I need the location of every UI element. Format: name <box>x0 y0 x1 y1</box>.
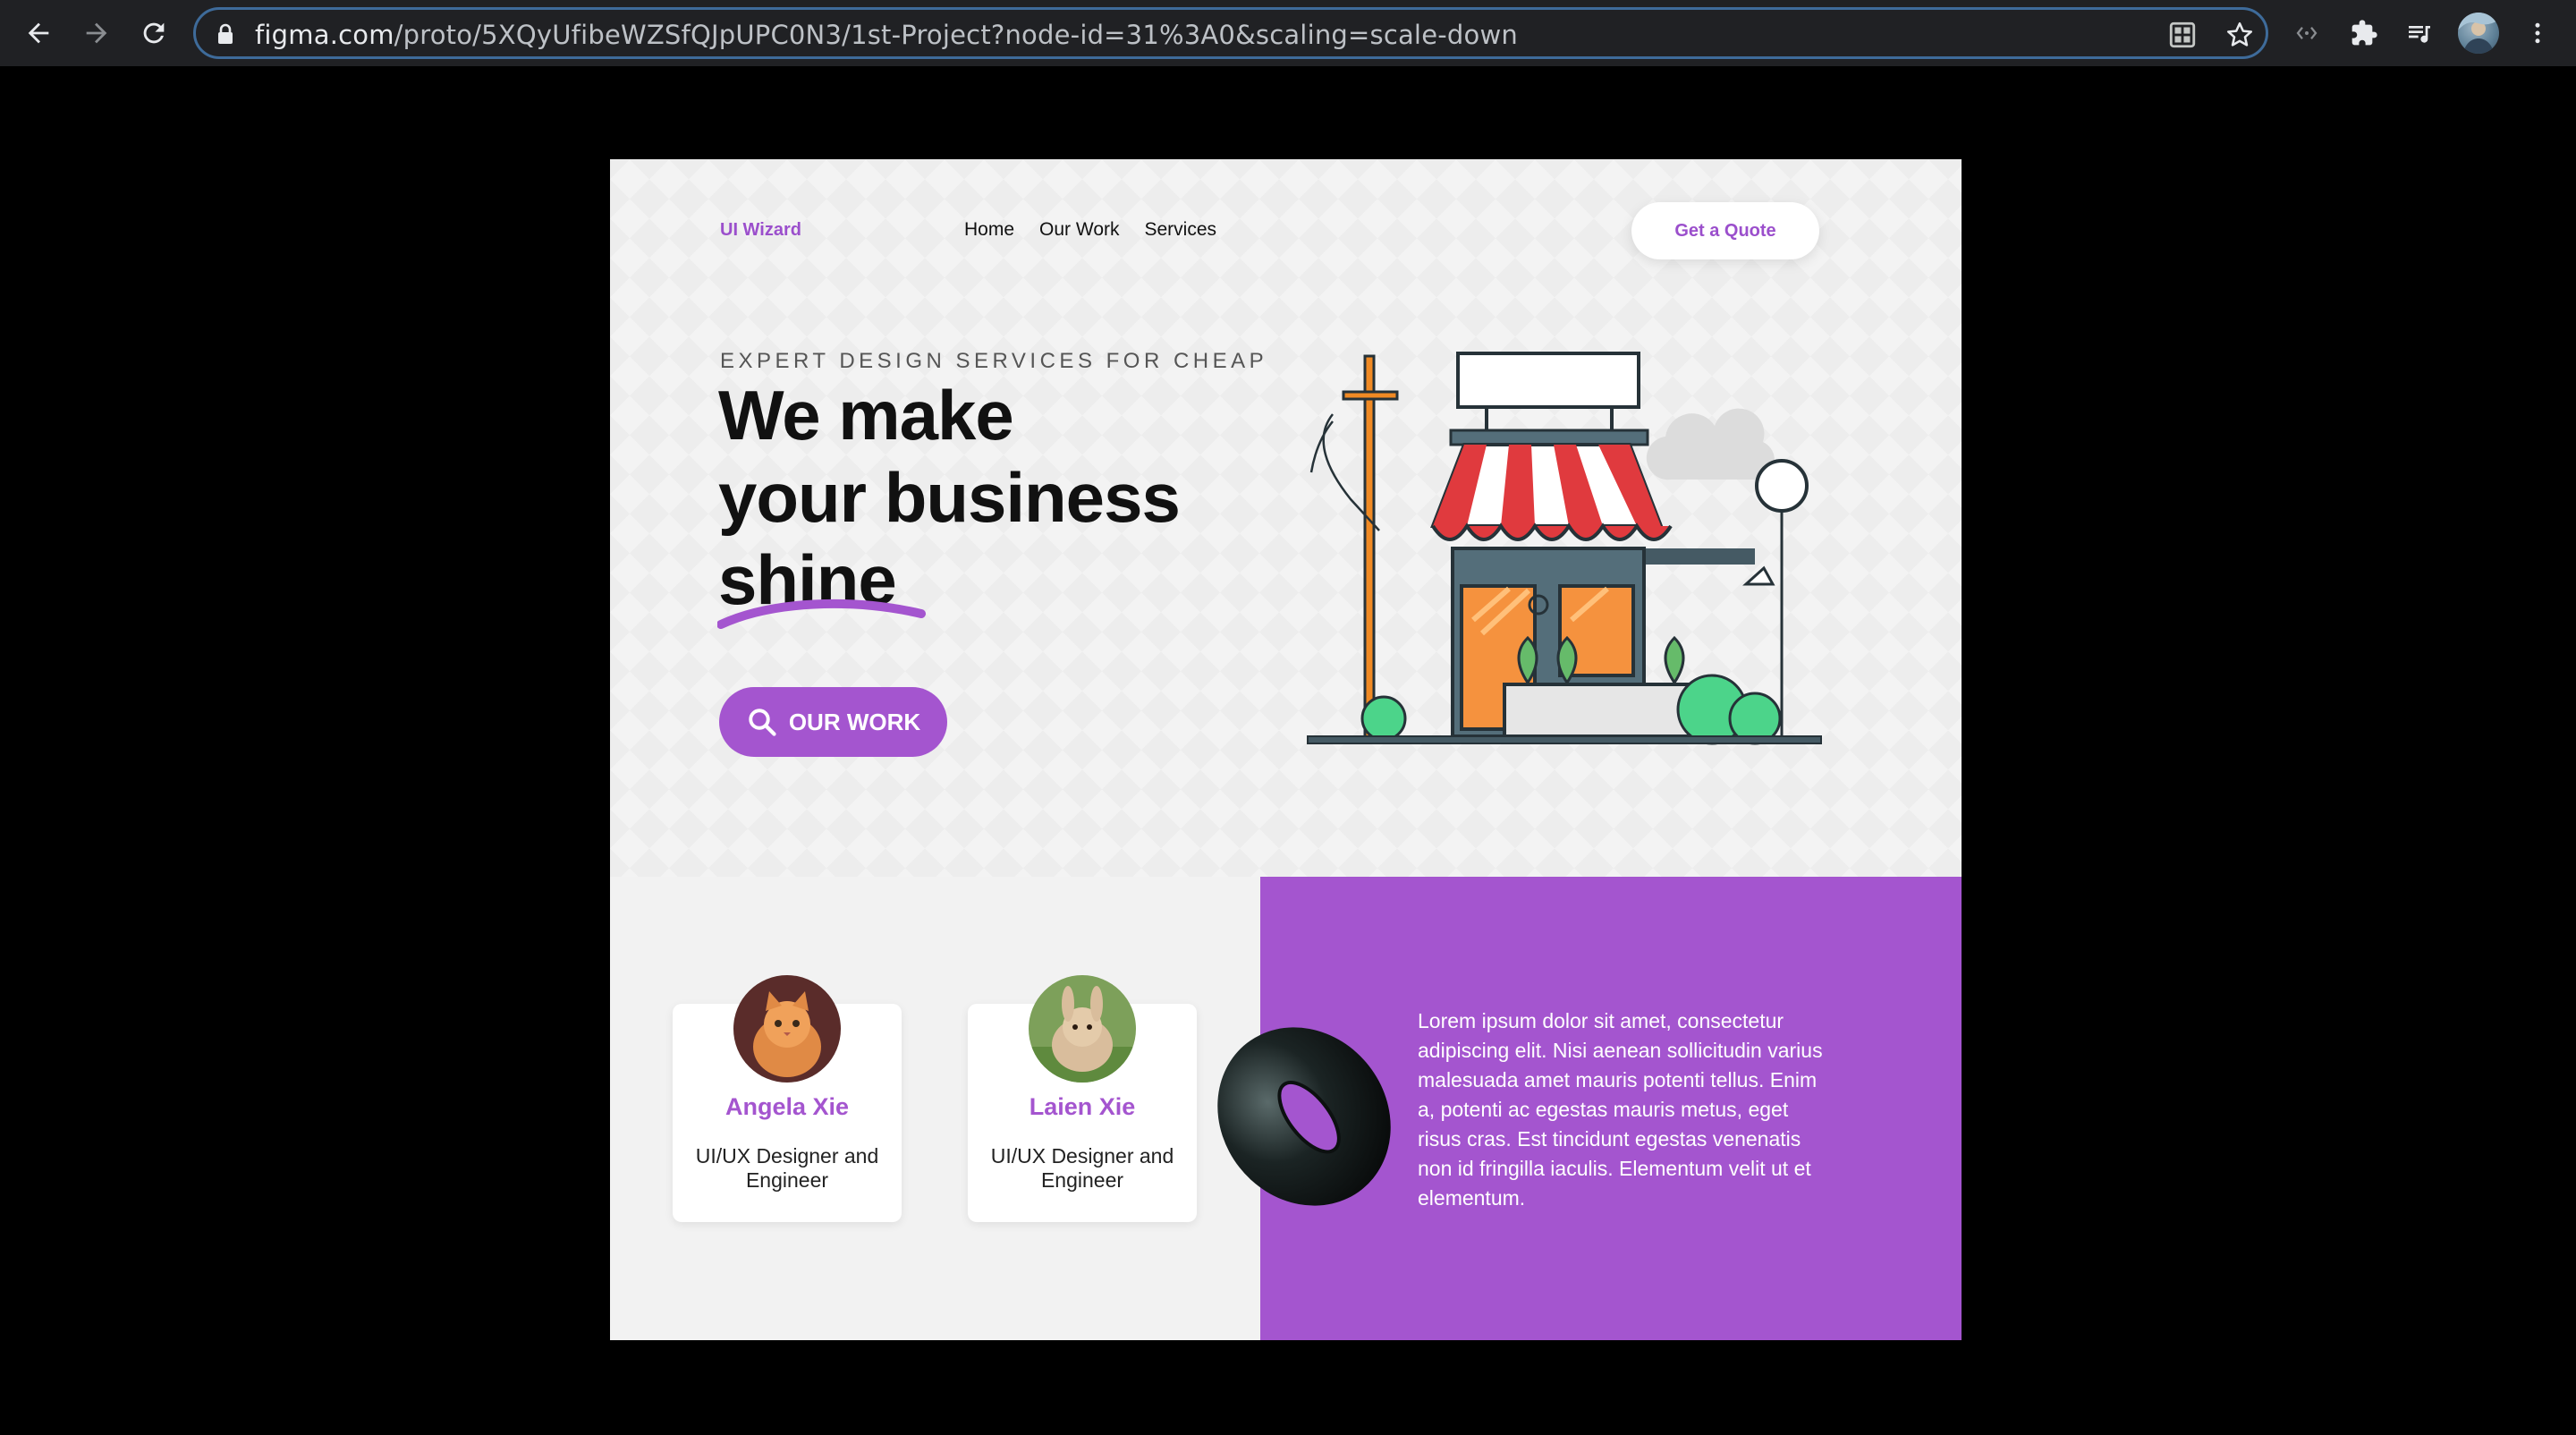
back-arrow-icon[interactable] <box>17 12 60 55</box>
qr-code-icon[interactable] <box>2167 20 2198 50</box>
star-icon[interactable] <box>2224 20 2255 50</box>
team-role: UI/UX Designer and Engineer <box>990 1144 1174 1192</box>
puzzle-icon[interactable] <box>2347 16 2381 50</box>
url-text[interactable]: figma.com/proto/5XQyUfibeWZSfQJpUPC0N3/1… <box>255 20 1518 50</box>
hero-headline: We make your business shine <box>718 374 1181 621</box>
media-queue-icon[interactable] <box>2402 16 2436 50</box>
headline-line-2: your business <box>718 458 1181 537</box>
underline-swoosh <box>717 599 926 629</box>
lock-icon <box>218 23 233 44</box>
headline-line-1: We make <box>718 376 1014 454</box>
team-name: Angela Xie <box>724 1093 850 1120</box>
hero-eyebrow: EXPERT DESIGN SERVICES FOR CHEAP <box>720 349 1268 373</box>
browser-toolbar: figma.com/proto/5XQyUfibeWZSfQJpUPC0N3/1… <box>0 0 2576 66</box>
search-icon <box>749 709 776 736</box>
about-text: Lorem ipsum dolor sit amet, consectetur … <box>1418 1009 1823 1210</box>
avatar <box>733 975 841 1083</box>
profile-avatar[interactable] <box>2458 13 2499 54</box>
nav-our-work[interactable]: Our Work <box>1039 219 1119 241</box>
team-name: Laien Xie <box>1029 1093 1136 1120</box>
forward-arrow-icon[interactable] <box>75 12 118 55</box>
get-quote-button[interactable]: Get a Quote <box>1631 202 1819 259</box>
team-role: UI/UX Designer and Engineer <box>695 1144 879 1192</box>
team-card[interactable]: Angela Xie UI/UX Designer and Engineer <box>673 975 902 1222</box>
nav-home[interactable]: Home <box>964 219 1014 241</box>
our-work-button[interactable]: OUR WORK <box>719 687 947 757</box>
team-section: Angela Xie UI/UX Designer and Engineer L… <box>610 877 1260 1340</box>
team-card[interactable]: Laien Xie UI/UX Designer and Engineer <box>968 975 1197 1222</box>
extension-icon[interactable] <box>2290 16 2324 50</box>
our-work-label: OUR WORK <box>788 708 921 735</box>
kebab-menu-icon[interactable] <box>2521 16 2555 50</box>
storefront-illustration <box>1307 352 1822 745</box>
reload-icon[interactable] <box>132 12 175 55</box>
site-nav: Home Our Work Services <box>964 219 1216 241</box>
address-bar[interactable]: figma.com/proto/5XQyUfibeWZSfQJpUPC0N3/1… <box>193 7 2268 59</box>
torus-decoration <box>1217 1027 1391 1206</box>
hero-section: UI Wizard Home Our Work Services Get a Q… <box>610 159 1962 877</box>
site-logo[interactable]: UI Wizard <box>720 220 801 241</box>
avatar <box>1029 975 1136 1083</box>
prototype-frame: UI Wizard Home Our Work Services Get a Q… <box>610 159 1962 1340</box>
nav-services[interactable]: Services <box>1145 219 1217 241</box>
